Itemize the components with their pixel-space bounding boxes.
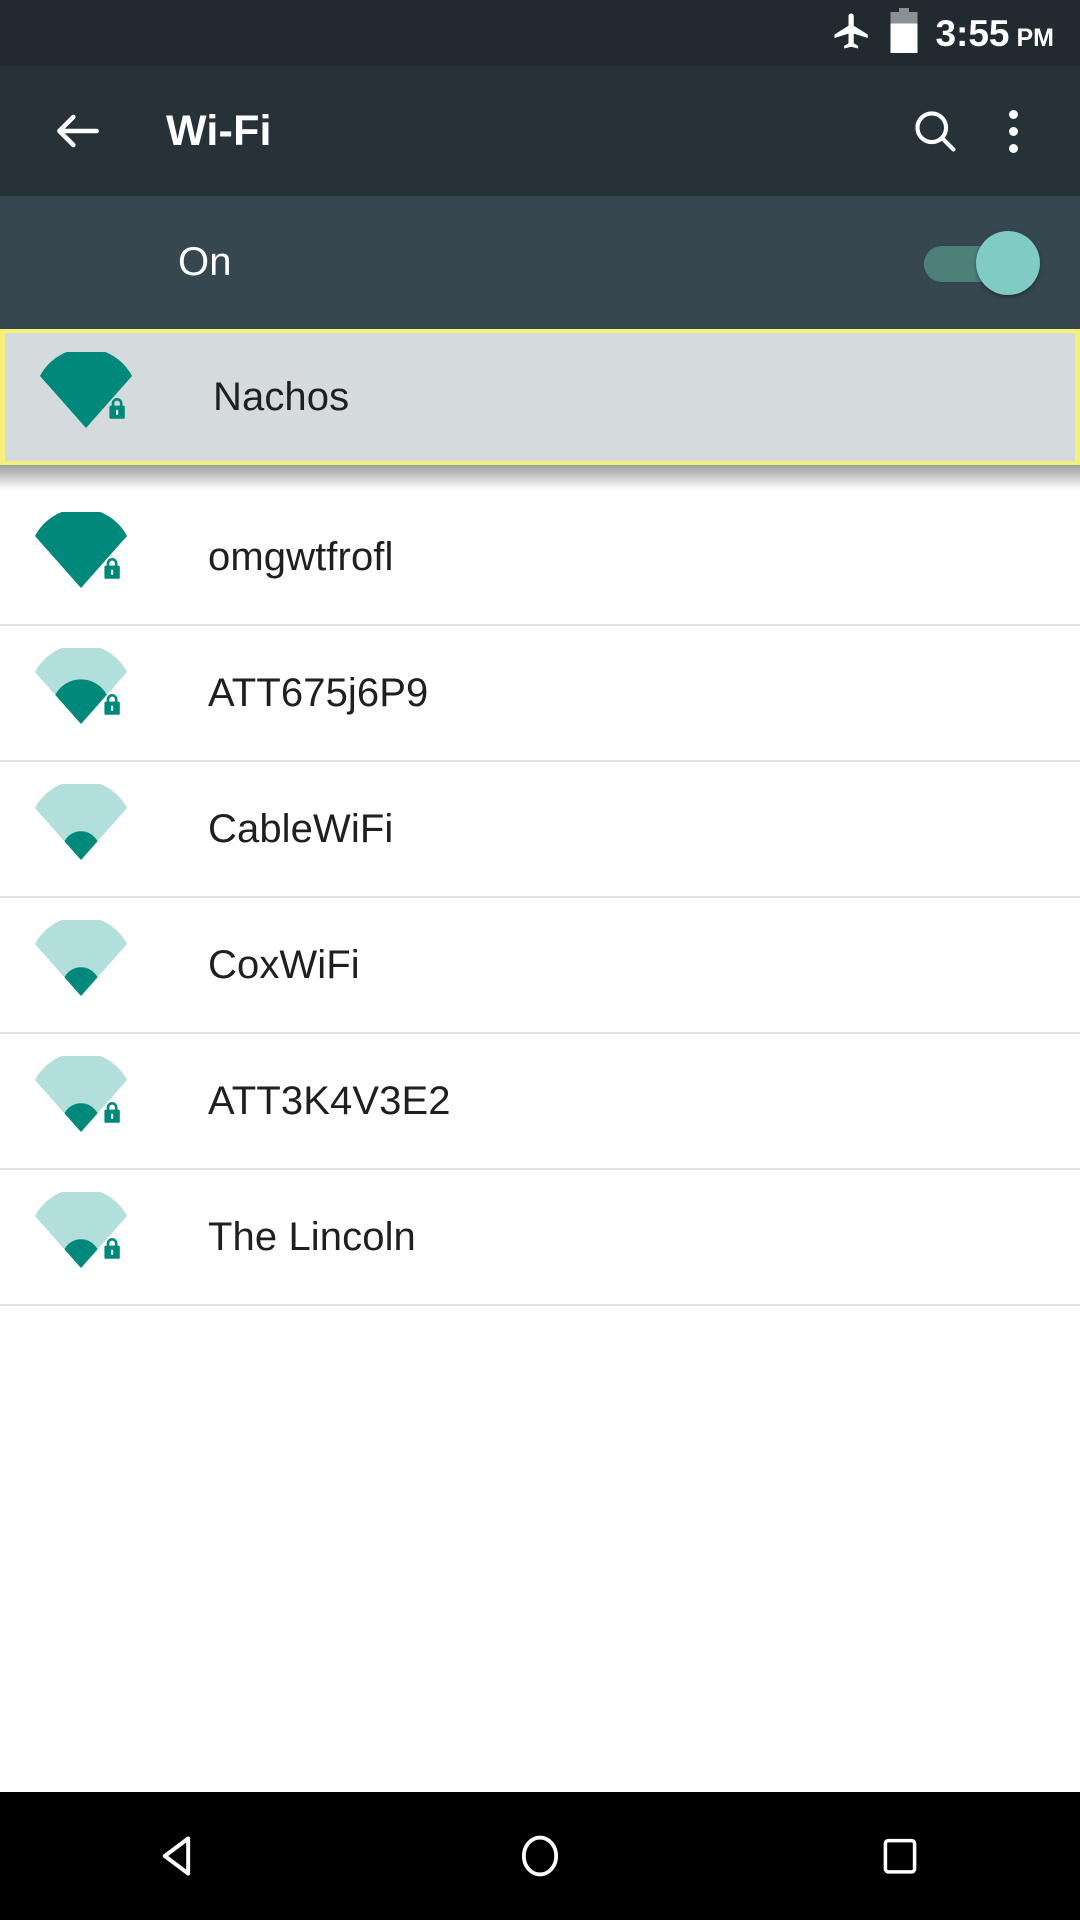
back-button[interactable] (42, 95, 114, 167)
system-navigation-bar (0, 1792, 1080, 1920)
nav-back-button[interactable] (105, 1806, 255, 1906)
back-arrow-icon (57, 114, 99, 148)
network-ssid-label: ATT3K4V3E2 (208, 1078, 451, 1123)
wifi-toggle-row[interactable]: On (0, 196, 1080, 329)
nav-home-button[interactable] (465, 1806, 615, 1906)
network-ssid-label: CableWiFi (208, 806, 394, 851)
overflow-menu-icon (1008, 109, 1018, 153)
wifi-toggle-label: On (178, 240, 232, 284)
wifi-signal-icon (28, 776, 134, 882)
network-row[interactable]: The Lincoln (0, 1170, 1080, 1304)
status-bar-clock: 3:55 PM (935, 15, 1054, 52)
network-ssid-label: Nachos (213, 374, 350, 419)
nav-recents-button[interactable] (825, 1806, 975, 1906)
airplane-mode-icon (831, 10, 873, 57)
network-ssid-label: ATT675j6P9 (208, 670, 429, 715)
app-toolbar: Wi-Fi (0, 66, 1080, 196)
wifi-signal-lock-icon (28, 1184, 134, 1290)
toggle-thumb (976, 230, 1040, 295)
status-bar-icons: 3:55 PM (831, 7, 1054, 59)
wifi-signal-lock-icon (28, 640, 134, 746)
network-row[interactable]: ATT675j6P9 (0, 626, 1080, 760)
list-divider (0, 1304, 1080, 1306)
search-icon (915, 111, 956, 152)
overflow-menu-button[interactable] (974, 92, 1052, 170)
network-row[interactable]: CableWiFi (0, 762, 1080, 896)
wifi-toggle-switch[interactable] (918, 229, 1040, 297)
network-row[interactable]: CoxWiFi (0, 898, 1080, 1032)
network-row-selected[interactable]: Nachos (0, 329, 1080, 465)
clock-time: 3:55 (935, 12, 1010, 54)
page-title: Wi-Fi (166, 106, 272, 155)
nav-back-triangle-icon (162, 1836, 191, 1876)
network-ssid-label: The Lincoln (208, 1214, 416, 1259)
network-ssid-label: CoxWiFi (208, 942, 360, 987)
network-ssid-label: omgwtfrofl (208, 534, 394, 579)
clock-ampm: PM (1016, 23, 1055, 52)
status-bar: 3:55 PM (0, 0, 1080, 66)
wifi-signal-lock-icon (28, 504, 134, 610)
network-row[interactable]: omgwtfrofl (0, 490, 1080, 624)
selected-row-shadow (0, 464, 1080, 490)
wifi-network-list: Nachos omgwtfrofl ATT675j6P9 CableWiFi CoxWi… (0, 329, 1080, 1792)
wifi-signal-lock-icon (33, 344, 139, 450)
nav-recents-square-icon (883, 1838, 917, 1874)
android-wifi-settings-screen: 3:55 PM Wi-Fi On Nachos omgwtfrofl ATT67… (0, 0, 1080, 1920)
wifi-signal-icon (28, 912, 134, 1018)
nav-home-circle-icon (521, 1835, 559, 1877)
search-button[interactable] (896, 92, 974, 170)
network-row[interactable]: ATT3K4V3E2 (0, 1034, 1080, 1168)
battery-icon (889, 7, 919, 59)
wifi-signal-lock-icon (28, 1048, 134, 1154)
